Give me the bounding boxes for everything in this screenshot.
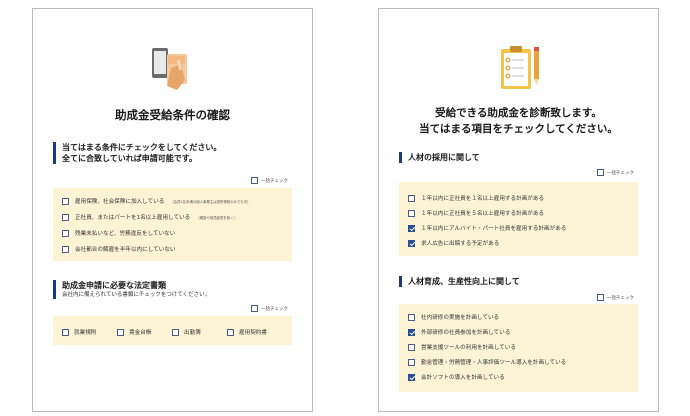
development-checkbox[interactable] xyxy=(408,358,415,366)
development-checkbox[interactable] xyxy=(408,373,415,381)
hiring-label: １年以内に正社員を５名以上雇用する計画がある xyxy=(421,211,545,217)
condition-label: 残業未払いなど、労務違反をしていない xyxy=(75,231,176,237)
hiring-item[interactable]: １年以内に正社員を１名以上雇用する計画がある xyxy=(408,194,632,202)
condition-label: 正社員、またはパートを1名以上雇用している xyxy=(75,215,191,221)
check-all-checkbox[interactable] xyxy=(251,305,258,312)
check-all-label: 一括チェック xyxy=(607,170,634,176)
document-label: 賃金台帳 xyxy=(129,330,152,336)
check-all-conditions[interactable]: 一括チェック xyxy=(251,177,288,184)
condition-note: （会員5名未満の個人事業主は週所得税のみでも可） xyxy=(170,199,251,204)
intro-line-2: 全てに合致していれば申請可能です。 xyxy=(62,154,197,163)
clipboard-checklist-icon xyxy=(501,46,539,89)
documents-heading: 助成金申請に必要な法定書類 会社内に備えられている書類にチェックをつけてください… xyxy=(53,280,292,299)
document-checkbox[interactable] xyxy=(227,328,234,336)
condition-item[interactable]: 正社員、またはパートを1名以上雇用している （親族や役員経営を除く） xyxy=(62,213,286,221)
development-heading: 人材育成、生産性向上に関して xyxy=(399,276,638,287)
condition-item[interactable]: 会社都合の解雇を半年以内にしていない xyxy=(62,245,286,253)
condition-label: 会社都合の解雇を半年以内にしていない xyxy=(75,247,176,253)
development-item[interactable]: 会計ソフトの導入を計画している xyxy=(408,373,632,381)
intro-heading: 当てはまる条件にチェックをしてください。 全てに合致していれば申請可能です。 xyxy=(53,142,292,164)
documents-panel: 就業規則 賃金台帳 出勤簿 雇用契約書 xyxy=(53,316,292,345)
conditions-panel: 雇用保険、社会保険に加入している （会員5名未満の個人事業主は週所得税のみでも可… xyxy=(53,188,292,261)
eligibility-page: 助成金受給条件の確認 当てはまる条件にチェックをしてください。 全てに合致してい… xyxy=(32,8,313,412)
documents-subtitle: 会社内に備えられている書類にチェックをつけてください。 xyxy=(62,292,211,298)
intro-line-1: 当てはまる条件にチェックをしてください。 xyxy=(62,143,222,152)
development-label: 社内研修の実施を計画している xyxy=(421,315,500,321)
document-checkbox[interactable] xyxy=(172,328,179,336)
check-all-label: 一括チェック xyxy=(261,178,288,184)
hiring-label: １年以内にアルバイト・パート社員を雇用する計画がある xyxy=(421,226,567,232)
hiring-item[interactable]: １年以内にアルバイト・パート社員を雇用する計画がある xyxy=(408,224,632,232)
condition-item[interactable]: 雇用保険、社会保険に加入している （会員5名未満の個人事業主は週所得税のみでも可… xyxy=(62,197,286,205)
hiring-panel: １年以内に正社員を１名以上雇用する計画がある １年以内に正社員を５名以上雇用する… xyxy=(399,182,638,256)
hiring-item[interactable]: １年以内に正社員を５名以上雇用する計画がある xyxy=(408,209,632,217)
check-all-checkbox[interactable] xyxy=(251,177,258,184)
condition-checkbox[interactable] xyxy=(62,197,69,205)
smartphone-tap-icon xyxy=(152,48,187,90)
hiring-checkbox[interactable] xyxy=(408,224,415,232)
development-item[interactable]: 社内研修の実施を計画している xyxy=(408,313,632,321)
document-item[interactable]: 賃金台帳 xyxy=(117,328,172,336)
development-panel: 社内研修の実施を計画している 外部研修の社員参加を計画している 営業支援ツールの… xyxy=(399,304,638,392)
hiring-heading: 人材の採用に関して xyxy=(399,152,638,163)
hiring-label: 求人広告に出稿する予定がある xyxy=(421,241,500,247)
document-label: 出勤簿 xyxy=(184,330,201,336)
check-all-label: 一括チェック xyxy=(607,295,634,301)
documents-row: 就業規則 賃金台帳 出勤簿 雇用契約書 xyxy=(62,328,286,336)
development-item[interactable]: 外部研修の社員参加を計画している xyxy=(408,328,632,336)
development-label: 会計ソフトの導入を計画している xyxy=(421,375,505,381)
hiring-item[interactable]: 求人広告に出稿する予定がある xyxy=(408,239,632,247)
development-checkbox[interactable] xyxy=(408,313,415,321)
hiring-label: １年以内に正社員を１名以上雇用する計画がある xyxy=(421,196,545,202)
condition-note: （親族や役員経営を除く） xyxy=(196,215,237,220)
document-label: 雇用契約書 xyxy=(239,330,267,336)
development-label: 営業支援ツールの利用を計画している xyxy=(421,345,516,351)
check-all-development[interactable]: 一括チェック xyxy=(597,294,634,301)
condition-label: 雇用保険、社会保険に加入している xyxy=(75,199,165,205)
condition-checkbox[interactable] xyxy=(62,229,69,237)
development-item[interactable]: 営業支援ツールの利用を計画している xyxy=(408,343,632,351)
condition-item[interactable]: 残業未払いなど、労務違反をしていない xyxy=(62,229,286,237)
title-line-2: 当てはまる項目をチェックしてください。 xyxy=(419,123,618,135)
document-checkbox[interactable] xyxy=(62,328,69,336)
hiring-checkbox[interactable] xyxy=(408,239,415,247)
development-item[interactable]: 勤怠管理・労務管理・人事評価ツール導入を計画している xyxy=(408,358,632,366)
check-all-hiring[interactable]: 一括チェック xyxy=(597,169,634,176)
diagnosis-page: 受給できる助成金を診断致します。 当てはまる項目をチェックしてください。 人材の… xyxy=(378,8,659,412)
check-all-checkbox[interactable] xyxy=(597,294,604,301)
development-label: 勤怠管理・労務管理・人事評価ツール導入を計画している xyxy=(421,360,567,366)
document-checkbox[interactable] xyxy=(117,328,124,336)
document-item[interactable]: 出勤簿 xyxy=(172,328,227,336)
page-title: 助成金受給条件の確認 xyxy=(115,108,230,122)
title-line-1: 受給できる助成金を診断致します。 xyxy=(435,107,602,119)
document-label: 就業規則 xyxy=(74,330,97,336)
check-all-checkbox[interactable] xyxy=(597,169,604,176)
check-all-label: 一括チェック xyxy=(261,306,288,312)
page-title: 受給できる助成金を診断致します。 当てはまる項目をチェックしてください。 xyxy=(379,105,658,137)
document-item[interactable]: 就業規則 xyxy=(62,328,117,336)
documents-title: 助成金申請に必要な法定書類 xyxy=(62,281,166,290)
check-all-documents[interactable]: 一括チェック xyxy=(251,305,288,312)
document-item[interactable]: 雇用契約書 xyxy=(227,328,282,336)
hiring-checkbox[interactable] xyxy=(408,194,415,202)
condition-checkbox[interactable] xyxy=(62,245,69,253)
development-checkbox[interactable] xyxy=(408,328,415,336)
development-checkbox[interactable] xyxy=(408,343,415,351)
condition-checkbox[interactable] xyxy=(62,213,69,221)
development-label: 外部研修の社員参加を計画している xyxy=(421,330,511,336)
hiring-checkbox[interactable] xyxy=(408,209,415,217)
